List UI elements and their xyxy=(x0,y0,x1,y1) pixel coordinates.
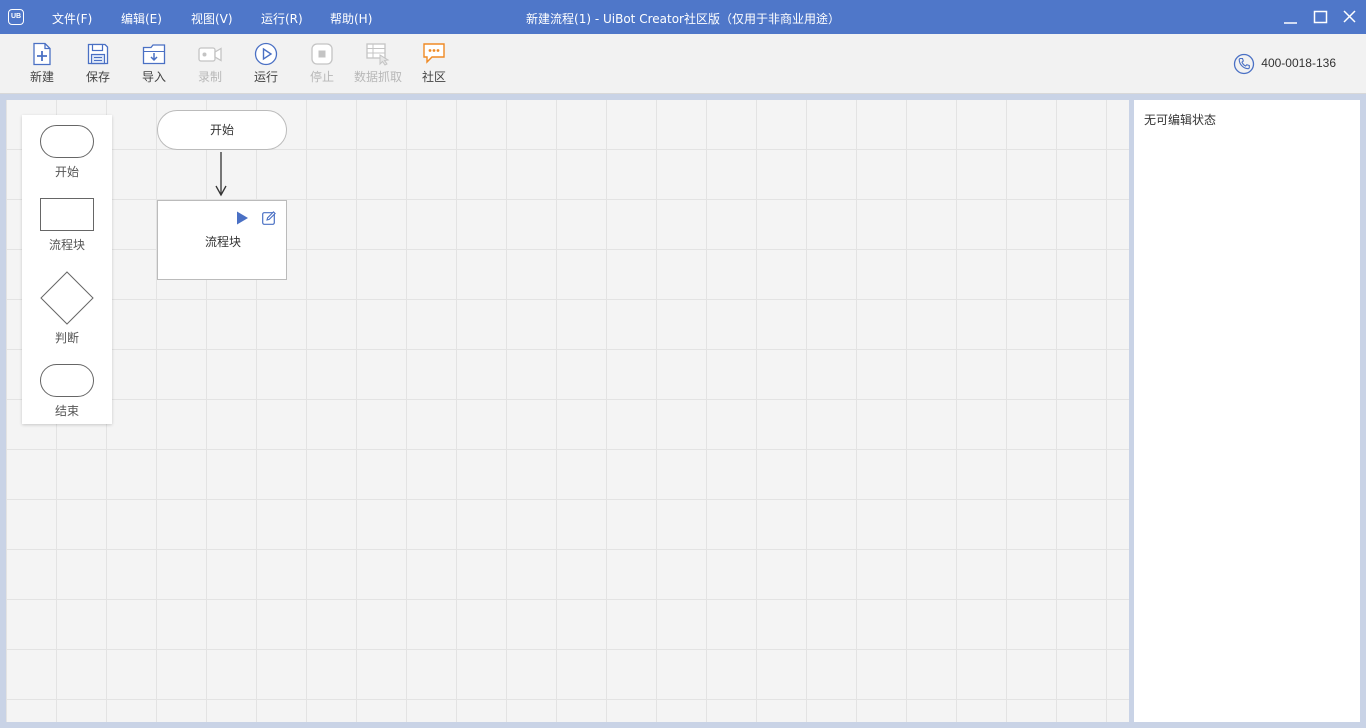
menu-view[interactable]: 视图(V) xyxy=(191,10,233,27)
app-logo-icon: UB xyxy=(8,9,24,25)
stop-label: 停止 xyxy=(309,70,334,84)
toolbar: 新建 保存 导入 录制 运行 停止 数据抓取 社区 400-0018-136 xyxy=(0,34,1366,94)
properties-status-text: 无可编辑状态 xyxy=(1144,113,1217,127)
palette-label-end: 结束 xyxy=(54,404,79,418)
diamond-shape-icon xyxy=(40,271,94,325)
flow-connector-arrow xyxy=(215,152,227,197)
data-capture-icon xyxy=(366,43,390,66)
import-icon xyxy=(142,44,166,65)
menu-file[interactable]: 文件(F) xyxy=(52,10,92,27)
new-button[interactable]: 新建 xyxy=(14,42,70,85)
edit-block-icon[interactable] xyxy=(262,211,276,225)
process-block-label: 流程块 xyxy=(204,235,241,249)
phone-icon xyxy=(1234,53,1255,75)
block-shape-icon xyxy=(40,198,94,231)
save-button[interactable]: 保存 xyxy=(70,42,126,85)
palette-item-start[interactable]: 开始 xyxy=(22,125,112,180)
record-button[interactable]: 录制 xyxy=(182,42,238,85)
new-file-icon xyxy=(33,42,51,66)
record-label: 录制 xyxy=(197,70,222,84)
run-label: 运行 xyxy=(253,70,278,84)
process-block-node[interactable]: 流程块 xyxy=(157,200,287,280)
close-icon xyxy=(1343,10,1356,23)
run-icon xyxy=(254,42,278,66)
hotline: 400-0018-136 xyxy=(1234,53,1336,75)
run-block-icon[interactable] xyxy=(235,211,249,225)
palette-label-block: 流程块 xyxy=(48,238,85,252)
palette-item-block[interactable]: 流程块 xyxy=(22,198,112,253)
new-label: 新建 xyxy=(29,70,54,84)
title-bar: UB 文件(F) 编辑(E) 视图(V) 运行(R) 帮助(H) 新建流程(1)… xyxy=(0,0,1366,34)
palette-label-decision: 判断 xyxy=(54,331,79,345)
community-button[interactable]: 社区 xyxy=(406,42,462,85)
import-button[interactable]: 导入 xyxy=(126,42,182,85)
hotline-number: 400-0018-136 xyxy=(1261,56,1336,70)
save-icon xyxy=(87,43,109,65)
palette-item-decision[interactable]: 判断 xyxy=(22,271,112,346)
data-capture-button[interactable]: 数据抓取 xyxy=(350,42,406,85)
palette-label-start: 开始 xyxy=(54,165,79,179)
import-label: 导入 xyxy=(141,70,166,84)
record-icon xyxy=(198,47,222,62)
stop-button[interactable]: 停止 xyxy=(294,42,350,85)
maximize-icon xyxy=(1313,10,1328,24)
stop-icon xyxy=(311,43,333,65)
start-node[interactable]: 开始 xyxy=(157,110,287,150)
community-icon xyxy=(423,43,445,64)
menu-run[interactable]: 运行(R) xyxy=(261,10,303,27)
properties-panel: 无可编辑状态 xyxy=(1134,100,1360,722)
save-label: 保存 xyxy=(85,70,110,84)
minimize-button[interactable] xyxy=(1277,4,1303,30)
palette-item-end[interactable]: 结束 xyxy=(22,364,112,419)
menu-help[interactable]: 帮助(H) xyxy=(330,10,372,27)
maximize-button[interactable] xyxy=(1307,4,1333,30)
start-shape-icon xyxy=(40,125,94,158)
run-button[interactable]: 运行 xyxy=(238,42,294,85)
close-button[interactable] xyxy=(1336,4,1362,30)
minimize-icon xyxy=(1284,22,1297,24)
flow-canvas[interactable]: 开始 流程块 判断 结束 开始 流程块 xyxy=(6,100,1129,722)
end-shape-icon xyxy=(40,364,94,397)
data-capture-label: 数据抓取 xyxy=(353,70,402,84)
shape-palette: 开始 流程块 判断 结束 xyxy=(22,115,112,424)
menu-edit[interactable]: 编辑(E) xyxy=(121,10,162,27)
community-label: 社区 xyxy=(421,70,446,84)
